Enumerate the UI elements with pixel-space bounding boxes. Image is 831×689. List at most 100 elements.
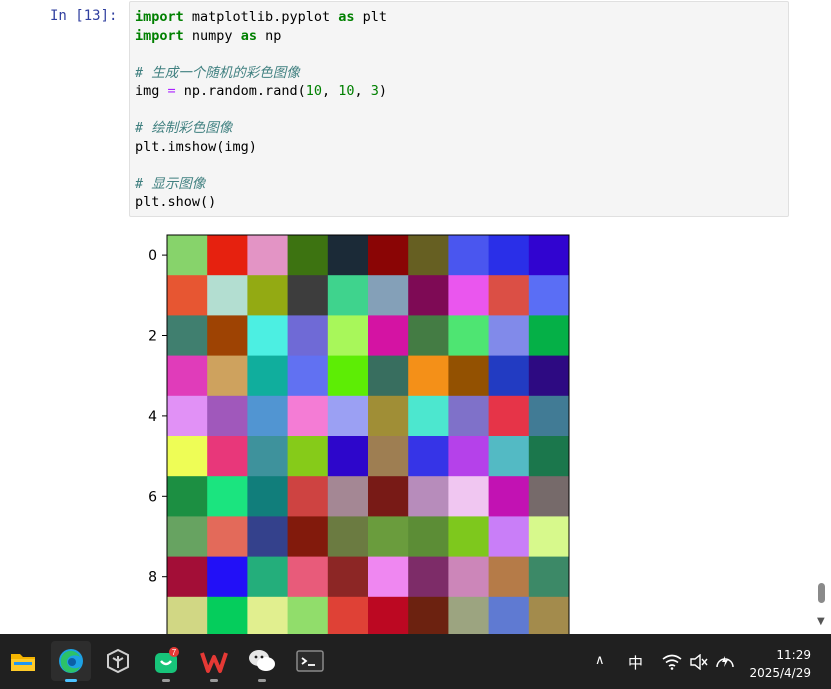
bag-icon: 7 <box>155 647 179 673</box>
ime-indicator[interactable]: 中 <box>628 652 643 673</box>
heatmap-cell <box>287 476 329 517</box>
tray-overflow-chevron[interactable]: ∧ <box>595 653 605 668</box>
heatmap-cell <box>448 596 489 634</box>
battery-charging-icon[interactable] <box>714 652 736 670</box>
taskbar-wps[interactable] <box>194 641 234 682</box>
code-token: np <box>256 27 282 44</box>
heatmap-cell <box>408 235 449 276</box>
code-token: , <box>321 83 339 99</box>
windows-taskbar: 7 ∧ 中 11:29 2025/4/29 <box>0 634 831 689</box>
heatmap-cell <box>287 315 329 356</box>
taskbar-app-3[interactable] <box>98 641 138 681</box>
heatmap-cell <box>327 516 369 557</box>
heatmap-cell <box>327 315 369 356</box>
heatmap-cell <box>448 556 489 598</box>
heatmap-cell <box>528 275 570 316</box>
heatmap-cell <box>408 476 449 517</box>
heatmap-cell <box>448 516 489 557</box>
running-indicator <box>162 679 170 682</box>
code-token: as <box>338 9 355 25</box>
heatmap-cell <box>247 235 288 276</box>
taskbar-edge[interactable] <box>51 641 91 682</box>
heatmap-cell <box>408 355 449 397</box>
heatmap-cell <box>368 275 409 316</box>
heatmap-cell <box>327 476 369 517</box>
imshow-output: 0 2 4 6 8 <box>148 234 570 634</box>
code-line: img = np.random.rand(10, 10, 3) <box>135 82 387 101</box>
heatmap-cell <box>327 275 369 316</box>
heatmap-cell <box>448 436 489 477</box>
heatmap-cell <box>488 556 530 598</box>
wifi-icon[interactable] <box>662 654 682 670</box>
clock[interactable]: 11:29 2025/4/29 <box>749 646 811 682</box>
notification-badge: 7 <box>172 648 177 657</box>
heatmap-cell <box>368 596 409 634</box>
heatmap-cell <box>207 596 248 634</box>
heatmap-cell <box>488 315 530 356</box>
heatmap-cell <box>368 516 409 557</box>
cell-prompt: In [13]: <box>50 8 118 24</box>
code-token: as <box>240 27 257 44</box>
scrollbar[interactable]: ▼ <box>813 0 831 634</box>
code-lines: import matplotlib.pyplot as plt import nu… <box>135 8 387 212</box>
y-tick-label: 4 <box>148 409 157 425</box>
heatmap-cell <box>448 235 489 276</box>
heatmap-cell <box>207 556 248 598</box>
running-indicator <box>210 679 218 682</box>
heatmap-cell <box>247 275 288 316</box>
heatmap-cell <box>287 395 329 437</box>
heatmap-cell <box>528 235 570 276</box>
taskbar-terminal[interactable] <box>290 641 330 681</box>
heatmap-cell <box>488 476 530 517</box>
scroll-down-arrow-icon[interactable]: ▼ <box>817 616 825 627</box>
heatmap-cell <box>488 275 530 316</box>
wps-icon <box>200 652 228 673</box>
heatmap-cell <box>167 315 208 356</box>
heatmap-cell <box>247 436 288 477</box>
heatmap-cell <box>528 355 570 397</box>
code-token: numpy <box>183 27 241 44</box>
heatmap-cell <box>448 315 489 356</box>
heatmap-cell <box>528 395 570 437</box>
heatmap-cell <box>408 315 449 356</box>
heatmap-cell <box>167 556 208 598</box>
code-line: plt.imshow(img) <box>135 138 387 157</box>
scrollbar-thumb[interactable] <box>818 583 825 603</box>
running-indicator <box>258 679 266 682</box>
active-indicator <box>65 679 77 682</box>
heatmap-cell <box>287 516 329 557</box>
heatmap-cell <box>167 355 208 397</box>
heatmap-cell <box>448 275 489 316</box>
heatmap-cell <box>368 395 409 437</box>
heatmap-cell <box>247 355 288 397</box>
heatmap-cell <box>528 476 570 517</box>
taskbar-shopping[interactable]: 7 <box>146 641 186 682</box>
heatmap-cell <box>247 395 288 437</box>
heatmap-cell <box>167 596 208 634</box>
heatmap-cell <box>247 476 288 517</box>
heatmap-cell <box>327 556 369 598</box>
volume-muted-icon[interactable] <box>689 654 709 670</box>
taskbar-wechat[interactable] <box>242 641 282 682</box>
heatmap-cell <box>287 355 329 397</box>
heatmap-cell <box>287 275 329 316</box>
heatmap-cell <box>327 395 369 437</box>
taskbar-file-explorer[interactable] <box>3 641 43 681</box>
heatmap-cell <box>207 275 248 316</box>
heatmap-cell <box>287 235 329 276</box>
code-editor[interactable]: import matplotlib.pyplot as plt import nu… <box>129 1 789 217</box>
y-tick-label: 2 <box>148 329 157 345</box>
heatmap-cell <box>368 315 409 356</box>
code-token: ) <box>378 83 388 99</box>
heatmap-cell <box>528 516 570 557</box>
code-token: np.random.rand( <box>175 83 306 99</box>
cube-icon <box>107 648 129 674</box>
code-token: plt <box>354 9 387 25</box>
heatmap-cell <box>327 596 369 634</box>
heatmap-cell <box>247 315 288 356</box>
heatmap-cell <box>287 556 329 598</box>
code-line: # 生成一个随机的彩色图像 <box>135 64 387 83</box>
heatmap-cell <box>368 235 409 276</box>
heatmap-cell <box>408 436 449 477</box>
heatmap-cell <box>207 516 248 557</box>
